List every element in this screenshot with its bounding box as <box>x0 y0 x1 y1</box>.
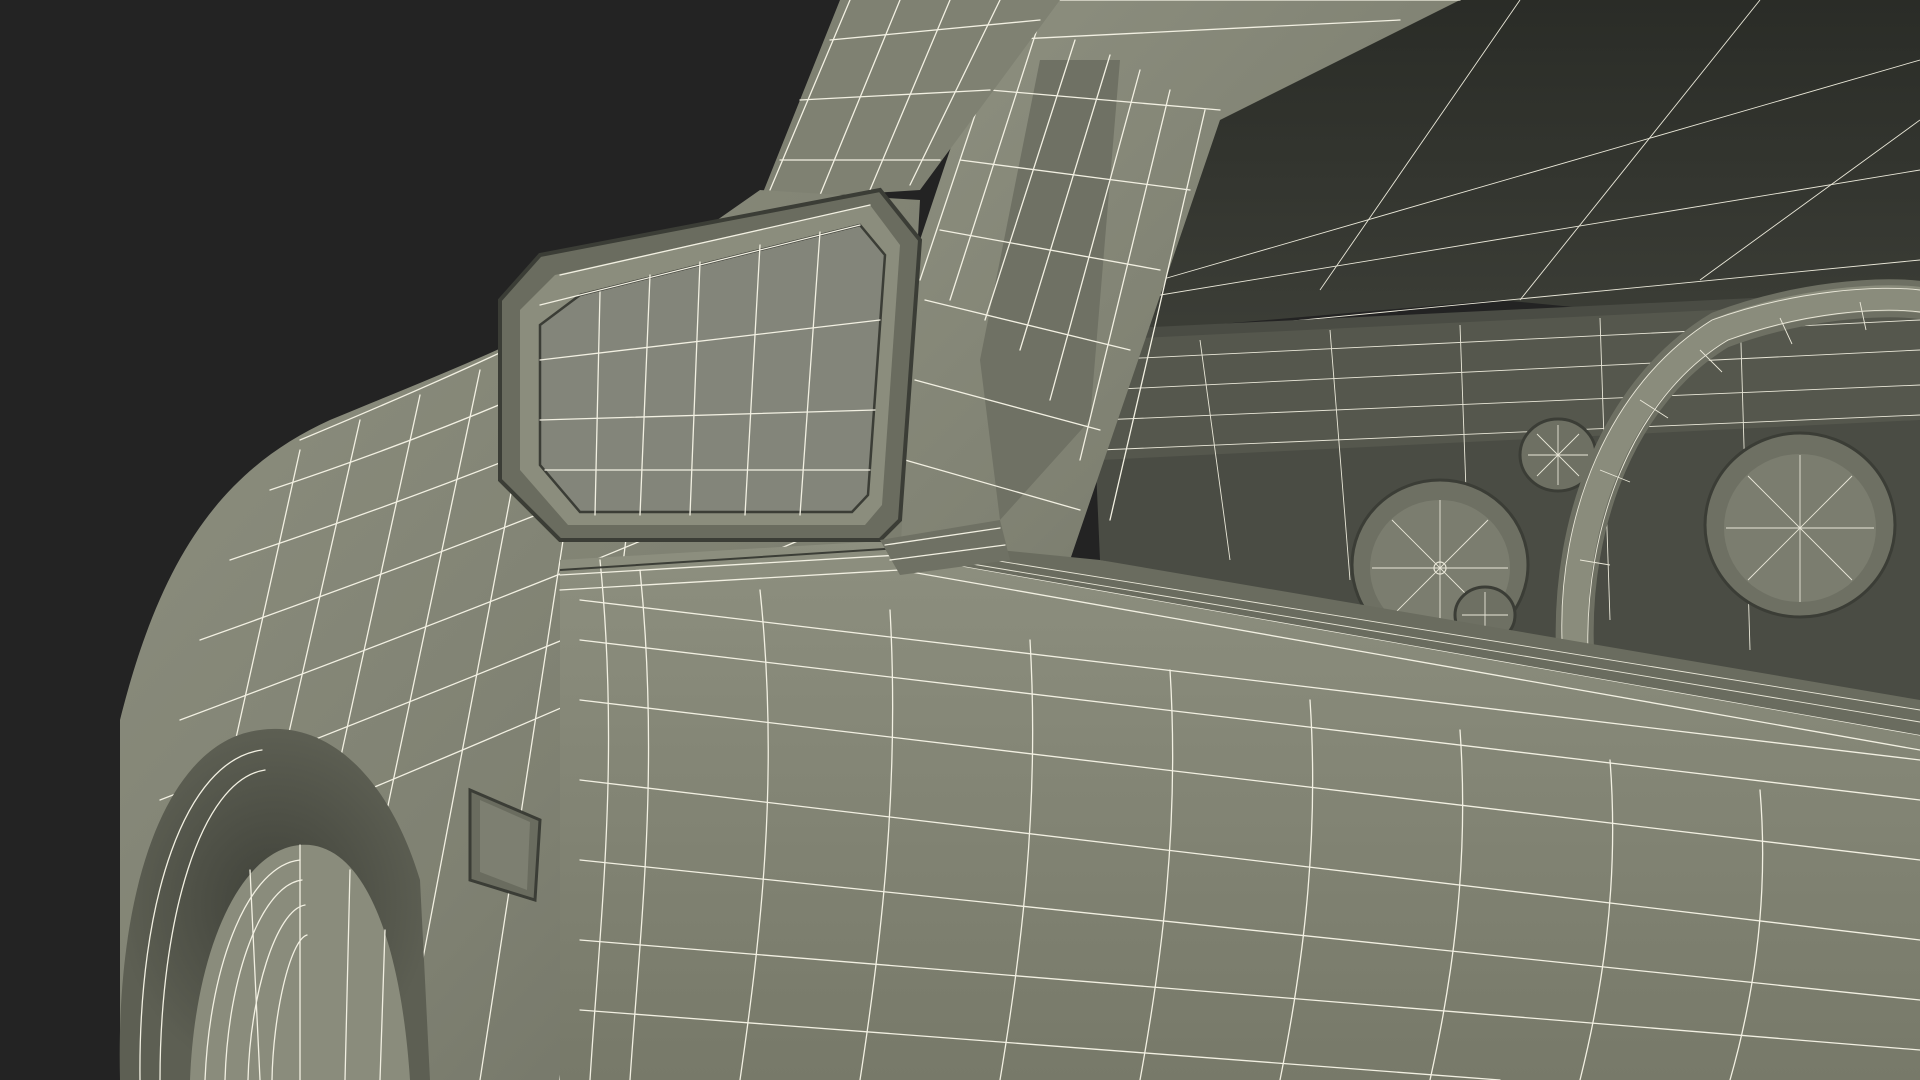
gauge-right <box>1703 431 1897 619</box>
viewport <box>0 0 1920 1080</box>
car-wireframe-render <box>0 0 1920 1080</box>
